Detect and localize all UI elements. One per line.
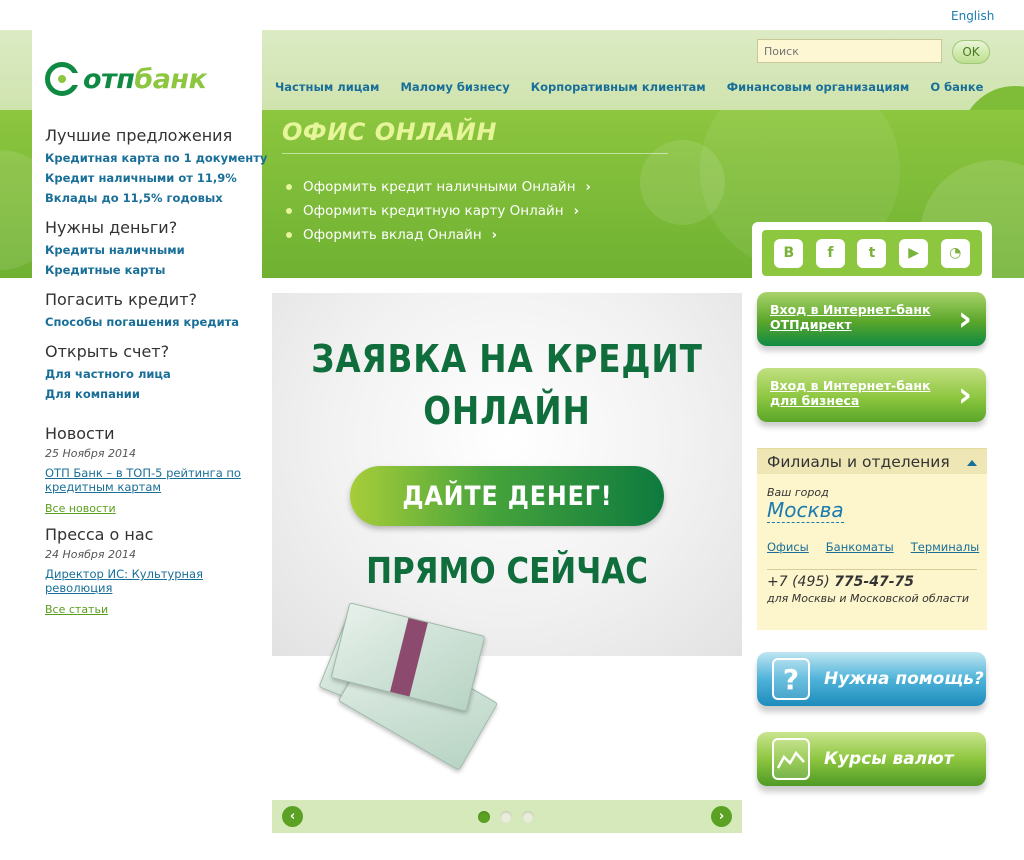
chevron-right-icon: › [585, 179, 591, 195]
terminals-link[interactable]: Терминалы [911, 540, 980, 554]
menu-best-offers: Лучшие предложения Кредитная карта по 1 … [45, 126, 267, 205]
nav-corporate[interactable]: Корпоративным клиентам [531, 80, 706, 94]
bullet-icon [286, 232, 292, 238]
banknotes-image [318, 602, 508, 771]
social-icons: B f t ▶ ◔ [762, 230, 982, 276]
branches-header[interactable]: Филиалы и отделения [757, 449, 987, 474]
divider [282, 153, 668, 154]
carousel-dot[interactable] [500, 811, 512, 823]
branches-panel: Филиалы и отделения Ваш город Москва Офи… [757, 448, 987, 630]
carousel-dots [478, 811, 534, 823]
language-link-english[interactable]: English [951, 9, 994, 23]
twitter-icon[interactable]: t [857, 238, 887, 268]
menu-link[interactable]: Кредитная карта по 1 документу [45, 151, 267, 165]
menu-need-money: Нужны деньги? Кредиты наличными Кредитны… [45, 218, 185, 277]
exchange-rates-button[interactable]: Курсы валют [757, 732, 986, 786]
bullet-icon [286, 184, 292, 190]
banner-carousel: ‹ › [272, 800, 742, 833]
menu-link[interactable]: Кредиты наличными [45, 243, 185, 257]
press-date: 24 Ноября 2014 [45, 548, 136, 561]
internet-bank-business-button[interactable]: Вход в Интернет-банк для бизнеса › [757, 368, 986, 422]
press-link[interactable]: Директор ИС: Культурная революция [45, 567, 255, 595]
press-block: Пресса о нас 24 Ноября 2014 Директор ИС:… [45, 525, 255, 616]
help-button[interactable]: ? Нужна помощь? [757, 652, 986, 706]
menu-open-account: Открыть счет? Для частного лица Для комп… [45, 342, 171, 401]
chart-icon [772, 738, 810, 780]
promo-banner[interactable]: ЗАЯВКА НА КРЕДИТ ОНЛАЙН ДАЙТЕ ДЕНЕГ! ПРЯМ… [272, 293, 742, 656]
menu-link[interactable]: Вклады до 11,5% годовых [45, 191, 267, 205]
menu-heading: Нужны деньги? [45, 218, 178, 237]
chevron-right-icon: › [491, 227, 498, 243]
internet-bank-direct-button[interactable]: Вход в Интернет-банк ОТПдирект › [757, 292, 986, 346]
all-articles-link[interactable]: Все статьи [45, 603, 255, 616]
branch-links: Офисы Банкоматы Терминалы [767, 540, 979, 554]
menu-heading: Погасить кредит? [45, 290, 197, 309]
phone-number: +7 (495) 775-47-75 [767, 574, 914, 590]
carousel-dot[interactable] [478, 811, 490, 823]
banner-headline: ЗАЯВКА НА КРЕДИТ ОНЛАЙН [311, 337, 703, 433]
menu-repay: Погасить кредит? Способы погашения креди… [45, 290, 239, 329]
chevron-right-icon: › [573, 203, 579, 219]
news-link[interactable]: ОТП Банк – в ТОП-5 рейтинга по кредитным… [45, 466, 255, 494]
divider [767, 569, 977, 570]
vk-icon[interactable]: B [774, 238, 804, 268]
menu-link[interactable]: Кредитные карты [45, 263, 185, 277]
carousel-next-button[interactable]: › [711, 806, 732, 827]
arrow-right-icon: › [957, 375, 972, 415]
phone-note: для Москвы и Московской области [767, 592, 970, 605]
arrow-right-icon: › [957, 299, 972, 339]
nav-small-business[interactable]: Малому бизнесу [400, 80, 509, 94]
top-navigation: Частным лицам Малому бизнесу Корпоративн… [275, 80, 1004, 94]
office-online-list: Оформить кредит наличными Онлайн › Оформи… [286, 175, 591, 247]
collapse-icon[interactable] [967, 460, 977, 466]
menu-heading: Лучшие предложения [45, 126, 233, 145]
search-submit-button[interactable]: OK [952, 40, 990, 64]
menu-link[interactable]: Кредит наличными от 11,9% [45, 171, 267, 185]
nav-private[interactable]: Частным лицам [275, 80, 379, 94]
office-item-cash-credit[interactable]: Оформить кредит наличными Онлайн › [286, 175, 591, 199]
question-icon: ? [772, 658, 810, 700]
offices-link[interactable]: Офисы [767, 540, 809, 554]
all-news-link[interactable]: Все новости [45, 502, 255, 515]
news-heading: Новости [45, 424, 115, 443]
news-date: 25 Ноября 2014 [45, 447, 136, 460]
give-money-button[interactable]: ДАЙТЕ ДЕНЕГ! [350, 466, 664, 526]
menu-link[interactable]: Для компании [45, 387, 171, 401]
menu-link[interactable]: Способы погашения кредита [45, 315, 239, 329]
bullet-icon [286, 208, 292, 214]
nav-about[interactable]: О банке [930, 80, 983, 94]
carousel-prev-button[interactable]: ‹ [282, 806, 303, 827]
facebook-icon[interactable]: f [815, 238, 845, 268]
city-selector[interactable]: Москва [767, 498, 844, 523]
search-input[interactable] [757, 39, 942, 63]
news-block: Новости 25 Ноября 2014 ОТП Банк – в ТОП-… [45, 424, 255, 515]
rss-icon[interactable]: ◔ [940, 238, 970, 268]
office-item-credit-card[interactable]: Оформить кредитную карту Онлайн › [286, 199, 591, 223]
carousel-dot[interactable] [522, 811, 534, 823]
menu-link[interactable]: Для частного лица [45, 367, 171, 381]
youtube-icon[interactable]: ▶ [899, 238, 929, 268]
atms-link[interactable]: Банкоматы [826, 540, 894, 554]
office-item-deposit[interactable]: Оформить вклад Онлайн › [286, 223, 591, 247]
banner-subline: ПРЯМО СЕЙЧАС [366, 551, 648, 592]
otp-bank-logo[interactable]: отпбанк [45, 62, 207, 96]
office-online-title: ОФИС ОНЛАЙН [282, 118, 497, 146]
nav-financial[interactable]: Финансовым организациям [727, 80, 910, 94]
logo-icon [45, 62, 80, 96]
menu-heading: Открыть счет? [45, 342, 170, 361]
press-heading: Пресса о нас [45, 525, 154, 544]
